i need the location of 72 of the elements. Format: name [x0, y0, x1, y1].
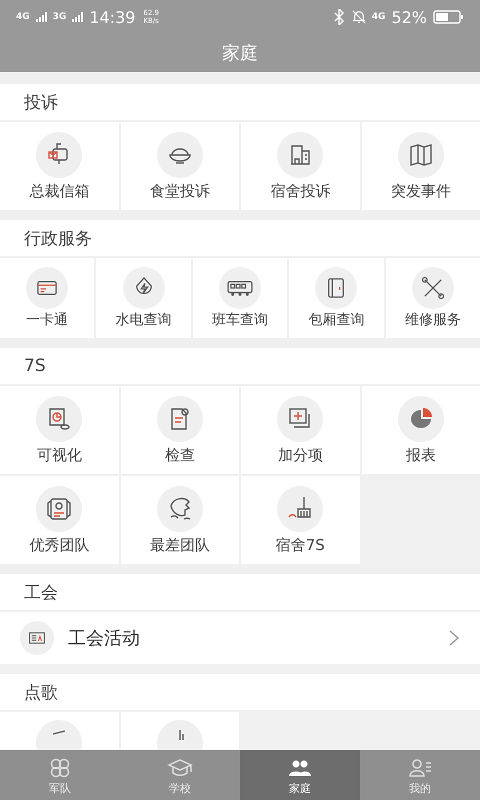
tile-icon — [156, 720, 203, 750]
page-title: 家庭 — [0, 34, 480, 72]
menu-tile[interactable]: 食堂投诉 — [120, 122, 239, 210]
plus-frame-icon — [277, 396, 324, 442]
section-title: 7S — [0, 348, 480, 384]
tile-label: 加分项 — [278, 446, 323, 464]
network-label: 4G — [16, 12, 30, 22]
door-icon — [315, 267, 358, 309]
tile-label: 检查 — [164, 446, 195, 464]
map-icon — [398, 132, 444, 178]
section-title: 点歌 — [0, 674, 480, 710]
list-row[interactable]: 工会活动 — [0, 612, 480, 664]
network-label: 3G — [52, 12, 66, 22]
bus-icon — [218, 267, 261, 309]
nav-tab[interactable]: 家庭 — [240, 750, 360, 800]
menu-tile[interactable]: 总裁信箱 — [0, 122, 118, 210]
menu-tile[interactable]: 水电查询 — [96, 258, 191, 338]
signal-icon — [72, 12, 84, 22]
menu-tile[interactable]: 宿舍投诉 — [241, 122, 360, 210]
menu-tile[interactable]: 包厢查询 — [289, 258, 384, 338]
signal-icon — [36, 12, 47, 22]
section-title: 行政服务 — [0, 220, 480, 256]
menu-tile[interactable]: 宿舍7S — [241, 476, 360, 564]
menu-tile[interactable]: 维修服务 — [386, 258, 480, 338]
tile-label: 宿舍7S — [276, 536, 325, 554]
battery-icon — [433, 10, 464, 24]
tile-label: 宿舍投诉 — [270, 182, 330, 200]
document-search-icon — [156, 396, 203, 442]
bluetooth-icon — [332, 9, 346, 25]
clock: 14:39 — [89, 8, 136, 26]
pie-chart-icon — [398, 396, 444, 442]
lightning-drop-icon — [122, 267, 165, 309]
tile[interactable] — [120, 712, 239, 750]
menu-tile[interactable]: 报表 — [362, 386, 480, 474]
broom-icon — [277, 486, 324, 532]
muted-bell-icon — [352, 9, 366, 25]
tile-label: 突发事件 — [390, 182, 451, 200]
tile-label: 最差团队 — [150, 536, 210, 554]
section-title: 工会 — [0, 574, 480, 610]
menu-tile[interactable]: 班车查询 — [192, 258, 288, 338]
menu-tile[interactable]: 检查 — [120, 386, 239, 474]
section-title: 投诉 — [0, 84, 480, 120]
certificate-icon — [36, 486, 82, 532]
menu-tile[interactable]: 突发事件 — [362, 122, 480, 210]
tile-label: 维修服务 — [404, 311, 461, 329]
chevron-icon — [448, 629, 460, 647]
tile-label: 班车查询 — [212, 311, 268, 329]
tile-label: 包厢查询 — [308, 311, 364, 329]
tile-label: 食堂投诉 — [150, 182, 210, 200]
tile-icon — [36, 720, 82, 750]
rice-bowl-icon — [156, 132, 203, 178]
menu-tile[interactable]: 一卡通 — [0, 258, 94, 338]
head-icon — [156, 486, 203, 532]
menu-tile[interactable]: 优秀团队 — [0, 476, 118, 564]
network-label: 4G — [372, 12, 386, 22]
document-chart-icon — [36, 396, 82, 442]
tile-label: 优秀团队 — [29, 536, 90, 554]
menu-tile[interactable]: 可视化 — [0, 386, 118, 474]
menu-tile[interactable]: 加分项 — [241, 386, 360, 474]
tile[interactable] — [0, 712, 118, 750]
tile-label: 水电查询 — [116, 311, 172, 329]
mailbox-icon — [36, 132, 82, 178]
battery-percent: 52% — [391, 8, 427, 26]
building-icon — [277, 132, 324, 178]
tile-label: 总裁信箱 — [29, 182, 90, 200]
row-label: 工会活动 — [68, 627, 141, 650]
tile-label: 可视化 — [36, 446, 82, 464]
menu-tile[interactable]: 最差团队 — [120, 476, 239, 564]
card-icon — [26, 267, 68, 309]
id-card-icon — [20, 621, 54, 655]
tile-label: 报表 — [406, 446, 436, 464]
tile-label: 一卡通 — [26, 311, 68, 329]
